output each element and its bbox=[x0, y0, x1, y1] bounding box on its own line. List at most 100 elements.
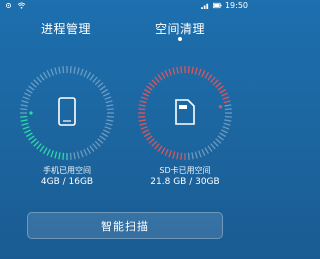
free-tick bbox=[28, 85, 35, 91]
free-tick bbox=[25, 88, 33, 94]
used-tick bbox=[143, 88, 151, 94]
settings-icon bbox=[5, 2, 12, 9]
battery-icon bbox=[212, 2, 222, 9]
used-tick bbox=[160, 71, 166, 79]
used-tick bbox=[168, 150, 172, 158]
status-time: 19:50 bbox=[224, 1, 248, 10]
free-tick bbox=[207, 145, 213, 152]
free-tick bbox=[99, 85, 106, 91]
used-tick bbox=[28, 135, 35, 141]
used-tick bbox=[50, 150, 54, 158]
free-tick bbox=[104, 96, 112, 100]
free-tick bbox=[194, 151, 198, 159]
free-tick bbox=[97, 138, 104, 144]
free-tick bbox=[20, 108, 28, 111]
used-tick bbox=[212, 79, 219, 86]
smart-scan-button[interactable]: 智能扫描 bbox=[27, 212, 223, 239]
used-tick bbox=[154, 76, 160, 83]
free-tick bbox=[22, 96, 30, 100]
tab-process-management[interactable]: 进程管理 bbox=[41, 20, 91, 37]
free-tick bbox=[50, 68, 54, 76]
free-tick bbox=[73, 66, 76, 74]
free-tick bbox=[83, 148, 88, 156]
free-tick bbox=[33, 79, 40, 86]
free-tick bbox=[224, 104, 232, 107]
free-tick bbox=[69, 152, 72, 160]
free-tick bbox=[94, 79, 101, 86]
free-tick bbox=[94, 140, 101, 147]
used-tick bbox=[139, 122, 147, 126]
used-tick bbox=[138, 104, 146, 107]
free-tick bbox=[106, 104, 114, 107]
free-tick bbox=[219, 132, 227, 138]
free-tick bbox=[42, 71, 48, 79]
free-tick bbox=[204, 147, 210, 155]
free-tick bbox=[99, 135, 106, 141]
free-tick bbox=[80, 150, 84, 158]
used-tick bbox=[207, 74, 213, 81]
free-tick bbox=[76, 67, 80, 75]
used-tick bbox=[204, 71, 210, 79]
free-tick bbox=[106, 108, 114, 111]
used-tick bbox=[157, 74, 163, 81]
free-tick bbox=[24, 92, 32, 97]
used-tick bbox=[33, 140, 40, 147]
free-tick bbox=[212, 140, 219, 147]
tab-space-cleanup[interactable]: 空间清理 bbox=[155, 20, 205, 37]
used-tick bbox=[148, 82, 155, 88]
free-tick bbox=[101, 132, 109, 138]
used-tick bbox=[151, 79, 158, 86]
free-tick bbox=[30, 82, 37, 88]
used-tick bbox=[39, 145, 45, 152]
used-tick bbox=[219, 88, 227, 94]
sd-storage-label: SD卡已用空间 bbox=[159, 166, 211, 175]
free-tick bbox=[105, 122, 113, 126]
free-tick bbox=[104, 126, 112, 130]
status-bar: 19:50 bbox=[0, 0, 252, 11]
phone-storage-value: 4GB / 16GB bbox=[40, 177, 94, 187]
free-tick bbox=[97, 82, 104, 88]
free-tick bbox=[21, 100, 29, 104]
free-tick bbox=[102, 92, 110, 97]
used-tick bbox=[36, 143, 42, 150]
used-tick bbox=[201, 70, 206, 78]
free-tick bbox=[92, 143, 98, 150]
free-tick bbox=[106, 119, 114, 122]
free-tick bbox=[201, 148, 206, 156]
free-tick bbox=[76, 151, 80, 159]
free-tick bbox=[86, 71, 92, 79]
free-tick bbox=[223, 122, 231, 126]
free-tick bbox=[191, 152, 194, 160]
sd-storage-gauge bbox=[138, 66, 232, 160]
used-tick bbox=[138, 119, 146, 122]
free-tick bbox=[106, 115, 114, 118]
free-tick bbox=[46, 70, 51, 78]
used-tick bbox=[160, 147, 166, 155]
used-tick bbox=[157, 145, 163, 152]
used-tick bbox=[154, 143, 160, 150]
used-tick bbox=[176, 152, 179, 160]
used-tick bbox=[194, 67, 198, 75]
used-tick bbox=[222, 96, 230, 100]
used-tick bbox=[143, 132, 151, 138]
free-tick bbox=[20, 104, 28, 107]
free-tick bbox=[210, 143, 216, 150]
used-tick bbox=[42, 147, 48, 155]
signal-icon bbox=[201, 3, 209, 9]
used-tick bbox=[62, 152, 65, 160]
used-tick bbox=[54, 151, 58, 159]
used-tick bbox=[20, 115, 28, 118]
used-tick bbox=[25, 132, 33, 138]
free-tick bbox=[39, 74, 45, 81]
used-tick bbox=[168, 68, 172, 76]
phone-storage-label: 手机已用空间 bbox=[43, 166, 91, 175]
used-tick bbox=[210, 76, 216, 83]
used-tick bbox=[176, 66, 179, 74]
used-tick bbox=[191, 66, 194, 74]
usage-marker bbox=[218, 105, 223, 109]
used-tick bbox=[140, 96, 148, 100]
free-tick bbox=[102, 129, 110, 134]
used-tick bbox=[172, 67, 176, 75]
active-tab-indicator bbox=[178, 37, 182, 41]
used-tick bbox=[21, 122, 29, 126]
